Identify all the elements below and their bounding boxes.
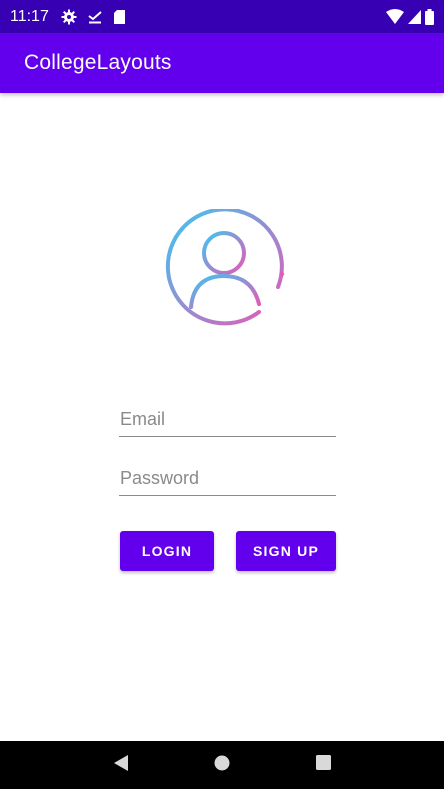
recents-icon — [315, 755, 331, 775]
app-bar: CollegeLayouts — [0, 33, 444, 93]
status-icons-left — [61, 9, 126, 25]
sign-up-button[interactable]: SIGN UP — [236, 531, 336, 571]
battery-icon — [425, 8, 434, 25]
recents-button[interactable] — [303, 745, 343, 785]
sd-card-icon — [113, 9, 126, 25]
status-bar: 11:17 — [0, 0, 444, 33]
app-title: CollegeLayouts — [24, 51, 172, 74]
download-done-icon — [87, 9, 103, 25]
status-time: 11:17 — [10, 7, 49, 25]
home-button[interactable] — [202, 745, 242, 785]
gear-icon — [61, 9, 77, 25]
back-button[interactable] — [101, 745, 141, 785]
wifi-icon — [386, 9, 404, 24]
home-icon — [214, 755, 230, 776]
signal-icon — [408, 9, 421, 24]
password-input[interactable] — [119, 464, 336, 496]
login-button[interactable]: LOGIN — [120, 531, 214, 571]
user-profile-icon — [164, 207, 290, 329]
password-field-container — [119, 464, 336, 496]
email-input[interactable] — [119, 405, 336, 437]
email-field-container — [119, 405, 336, 437]
back-icon — [113, 754, 129, 777]
navigation-bar — [0, 741, 444, 789]
login-screen: LOGIN SIGN UP — [0, 93, 444, 741]
status-icons-right — [386, 8, 434, 25]
